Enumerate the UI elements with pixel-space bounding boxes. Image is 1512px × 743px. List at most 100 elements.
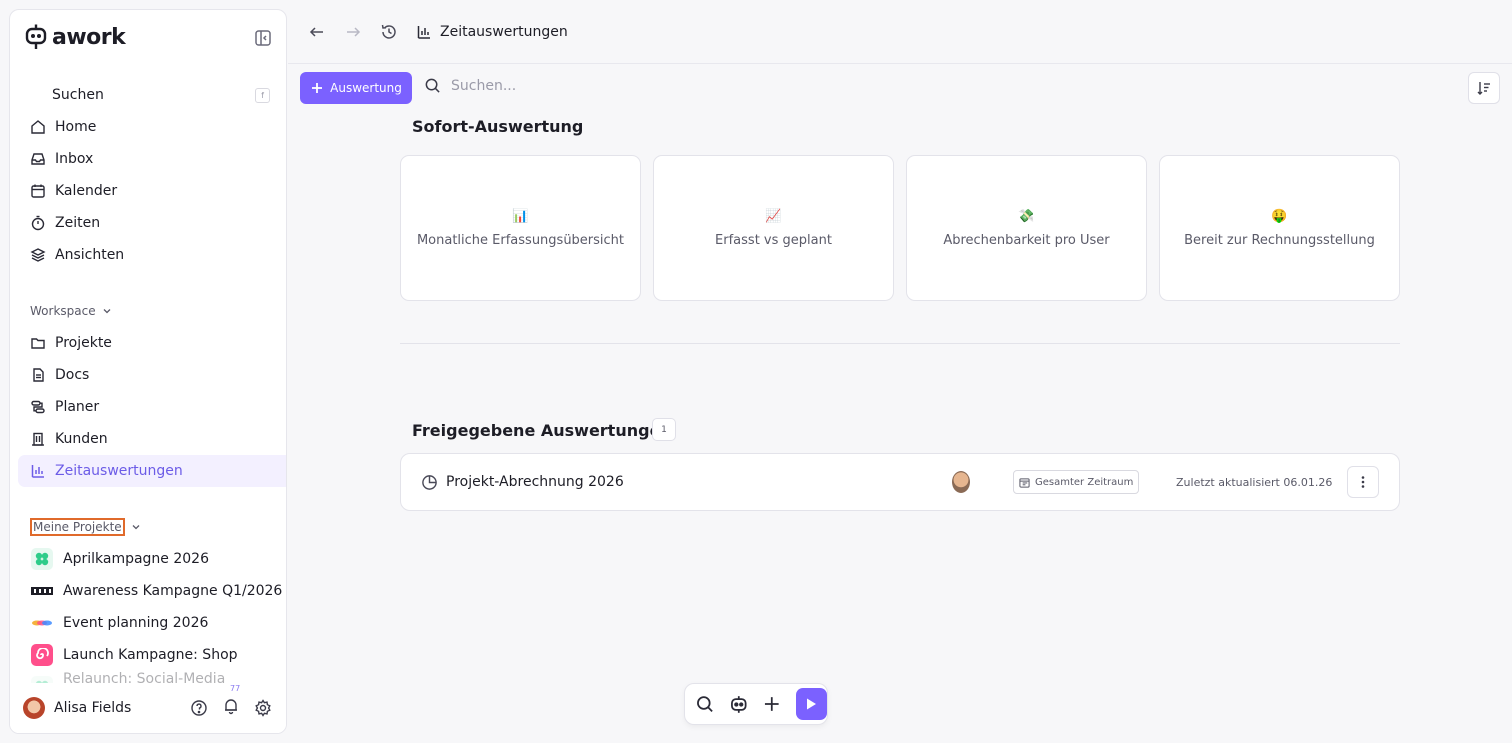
chevron-down-icon — [103, 309, 111, 314]
workspace-nav: Workspace Projekte Docs Planer Kunden Ze… — [18, 295, 286, 487]
sidebar-item-label: Kunden — [55, 431, 108, 447]
ai-assistant-icon[interactable] — [729, 694, 749, 714]
pie-chart-icon — [422, 474, 437, 490]
card-emoji: 📈 — [765, 208, 782, 224]
sidebar-item-docs[interactable]: Docs — [18, 359, 286, 391]
search-icon[interactable] — [695, 694, 715, 714]
bar-chart-icon — [31, 465, 44, 478]
back-arrow-icon[interactable] — [308, 23, 326, 41]
card-emoji: 🤑 — [1271, 208, 1288, 224]
project-item[interactable]: Launch Kampagne: Shop — [18, 639, 286, 671]
card-label: Bereit zur Rechnungsstellung — [1184, 232, 1375, 248]
breadcrumb: Zeitauswertungen — [416, 24, 568, 40]
calendar-range-icon — [1019, 477, 1030, 488]
sidebar-item-clients[interactable]: Kunden — [18, 423, 286, 455]
app-name: awork — [52, 24, 126, 50]
project-label: Event planning 2026 — [63, 615, 209, 631]
sidebar-item-calendar[interactable]: Kalender — [18, 175, 286, 207]
planner-icon — [31, 400, 45, 414]
gear-icon[interactable] — [254, 699, 272, 717]
plus-icon — [312, 83, 323, 93]
help-icon[interactable] — [190, 699, 208, 717]
project-item[interactable]: Event planning 2026 — [18, 607, 286, 639]
sidebar-item-label: Kalender — [55, 183, 118, 199]
notification-count: 77 — [230, 684, 241, 693]
sidebar-item-label: Inbox — [55, 151, 94, 167]
instant-report-card[interactable]: 📊 Monatliche Erfassungsübersicht — [400, 155, 641, 301]
sort-icon — [1477, 82, 1490, 95]
card-emoji: 💸 — [1018, 208, 1035, 224]
user-bar: Alisa Fields 77 — [10, 683, 286, 733]
sidebar-item-label: Planer — [55, 399, 100, 415]
user-name[interactable]: Alisa Fields — [54, 700, 181, 716]
topbar: Zeitauswertungen — [288, 0, 1512, 64]
inbox-icon — [31, 153, 45, 165]
notifications-button[interactable]: 77 — [222, 684, 240, 719]
sidebar-item-views[interactable]: Ansichten — [18, 239, 286, 271]
sidebar-item-label: Zeitauswertungen — [55, 463, 183, 479]
awork-logo[interactable]: awork — [25, 24, 126, 50]
rainbow-icon — [31, 612, 53, 634]
instant-report-card[interactable]: 💸 Abrechenbarkeit pro User — [906, 155, 1147, 301]
add-report-label: Auswertung — [330, 81, 402, 95]
more-vertical-icon — [1361, 476, 1365, 488]
search-input[interactable] — [451, 77, 851, 94]
sidebar-item-label: Zeiten — [55, 215, 101, 231]
forward-arrow-icon[interactable] — [344, 23, 362, 41]
sidebar-item-times[interactable]: Zeiten — [18, 207, 286, 239]
chevron-down-icon — [132, 525, 140, 530]
report-name: Projekt-Abrechnung 2026 — [446, 474, 624, 490]
project-logo-icon — [31, 580, 53, 602]
plus-icon[interactable] — [762, 694, 782, 714]
history-icon[interactable] — [380, 23, 398, 41]
project-label: Awareness Kampagne Q1/2026 — [63, 583, 283, 599]
awork-robot-icon — [25, 24, 47, 49]
my-projects-section-toggle[interactable]: Meine Projekte — [18, 511, 286, 543]
shared-reports-heading: Freigegebene Auswertungen — [412, 421, 672, 440]
start-timer-button[interactable] — [795, 688, 827, 720]
spiral-icon — [31, 644, 53, 666]
page-title: Zeitauswertungen — [440, 23, 568, 40]
card-label: Erfasst vs geplant — [715, 232, 832, 248]
building-icon — [32, 432, 44, 446]
collapse-sidebar-icon[interactable] — [254, 29, 272, 47]
calendar-icon — [31, 184, 45, 198]
bar-chart-icon — [417, 25, 430, 39]
sort-button[interactable] — [1468, 72, 1500, 104]
instant-reports-heading: Sofort-Auswertung — [412, 117, 584, 136]
search-shortcut-badge: f — [255, 87, 270, 103]
sidebar-item-inbox[interactable]: Inbox — [18, 143, 286, 175]
search-icon — [425, 78, 440, 93]
home-icon — [31, 120, 45, 134]
folder-icon — [31, 338, 45, 349]
instant-report-card[interactable]: 🤑 Bereit zur Rechnungsstellung — [1159, 155, 1400, 301]
sidebar-item-search[interactable]: Suchen f — [18, 79, 286, 111]
document-icon — [33, 368, 44, 382]
avatar[interactable] — [23, 697, 45, 719]
sidebar-item-home[interactable]: Home — [18, 111, 286, 143]
report-menu-button[interactable] — [1347, 466, 1379, 498]
sidebar-item-label: Docs — [55, 367, 90, 383]
bell-icon — [225, 699, 237, 715]
card-emoji: 📊 — [512, 208, 529, 224]
section-label: Workspace — [30, 304, 96, 318]
workspace-section-toggle[interactable]: Workspace — [18, 295, 286, 327]
sidebar-item-projects[interactable]: Projekte — [18, 327, 286, 359]
instant-report-card[interactable]: 📈 Erfasst vs geplant — [653, 155, 894, 301]
date-range-label: Gesamter Zeitraum — [1035, 476, 1134, 488]
project-item[interactable]: Awareness Kampagne Q1/2026 — [18, 575, 286, 607]
add-report-button[interactable]: Auswertung — [300, 72, 412, 104]
project-item[interactable]: Aprilkampagne 2026 — [18, 543, 286, 575]
sidebar-item-label: Ansichten — [55, 247, 125, 263]
shared-reports-count: 1 — [652, 418, 676, 441]
search-bar — [424, 77, 851, 94]
sidebar-item-label: Home — [55, 119, 97, 135]
instant-reports-grid: 📊 Monatliche Erfassungsübersicht 📈 Erfas… — [400, 155, 1400, 301]
owner-avatar — [952, 471, 970, 493]
shared-report-row[interactable]: Projekt-Abrechnung 2026 Gesamter Zeitrau… — [400, 453, 1400, 511]
sidebar-item-time-reports[interactable]: Zeitauswertungen — [18, 455, 286, 487]
play-icon — [807, 698, 817, 710]
section-divider — [400, 343, 1400, 344]
sidebar-item-planner[interactable]: Planer — [18, 391, 286, 423]
timer-icon — [31, 215, 45, 231]
